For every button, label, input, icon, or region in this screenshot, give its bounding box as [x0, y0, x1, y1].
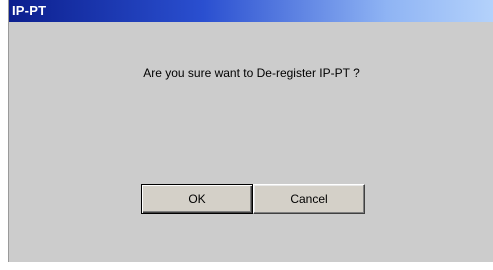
title-bar[interactable]: IP-PT	[9, 0, 493, 22]
window-title: IP-PT	[12, 3, 47, 18]
confirmation-dialog: IP-PT Are you sure want to De-register I…	[8, 0, 493, 262]
cancel-button[interactable]: Cancel	[253, 184, 365, 214]
confirmation-message: Are you sure want to De-register IP-PT ?	[143, 66, 360, 80]
ok-button[interactable]: OK	[141, 184, 253, 214]
